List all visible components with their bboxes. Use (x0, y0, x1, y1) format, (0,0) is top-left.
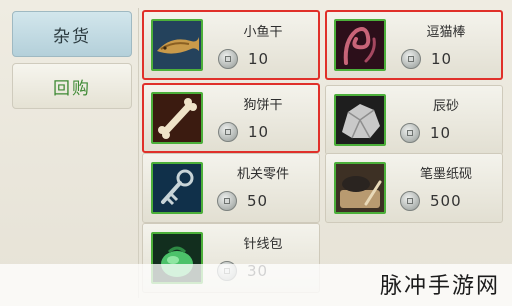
coin-icon (218, 49, 238, 69)
coin-icon (217, 191, 237, 211)
dog-biscuit-icon (151, 92, 203, 144)
item-name: 辰砂 (432, 99, 459, 114)
mechanism-part-icon (151, 162, 203, 214)
watermark-banner: 脉冲手游网 (0, 264, 512, 306)
item-name: 小鱼干 (243, 25, 283, 40)
item-price: 10 (431, 50, 453, 68)
tab-goods-label: 杂货 (53, 26, 91, 47)
coin-icon (400, 123, 420, 143)
tab-buyback-label: 回购 (53, 78, 91, 99)
panel-divider (138, 8, 139, 298)
item-price: 10 (248, 123, 270, 141)
item-card-cinnabar[interactable]: 辰砂 10 (325, 85, 503, 155)
item-name: 机关零件 (236, 167, 289, 182)
item-name: 逗猫棒 (426, 25, 466, 40)
cat-teaser-icon (334, 19, 386, 71)
cinnabar-icon (334, 94, 386, 146)
item-price: 10 (430, 124, 452, 142)
item-card-cat-teaser[interactable]: 逗猫棒 10 (325, 10, 503, 80)
item-price: 50 (247, 192, 269, 210)
coin-icon (401, 49, 421, 69)
tab-buyback[interactable]: 回购 (12, 63, 132, 109)
stationery-icon (334, 162, 386, 214)
dried-fish-icon (151, 19, 203, 71)
coin-icon (400, 191, 420, 211)
coin-icon (218, 122, 238, 142)
item-name: 针线包 (243, 237, 283, 252)
item-name: 笔墨纸砚 (419, 167, 472, 182)
watermark-text: 脉冲手游网 (379, 274, 500, 299)
item-card-dried-fish[interactable]: 小鱼干 10 (142, 10, 320, 80)
item-price: 500 (430, 192, 462, 210)
item-card-dog-biscuit[interactable]: 狗饼干 10 (142, 83, 320, 153)
item-card-mechanism-part[interactable]: 机关零件 50 (142, 153, 320, 223)
item-name: 狗饼干 (243, 98, 283, 113)
item-card-stationery[interactable]: 笔墨纸砚 500 (325, 153, 503, 223)
item-price: 10 (248, 50, 270, 68)
tab-goods[interactable]: 杂货 (12, 11, 132, 57)
